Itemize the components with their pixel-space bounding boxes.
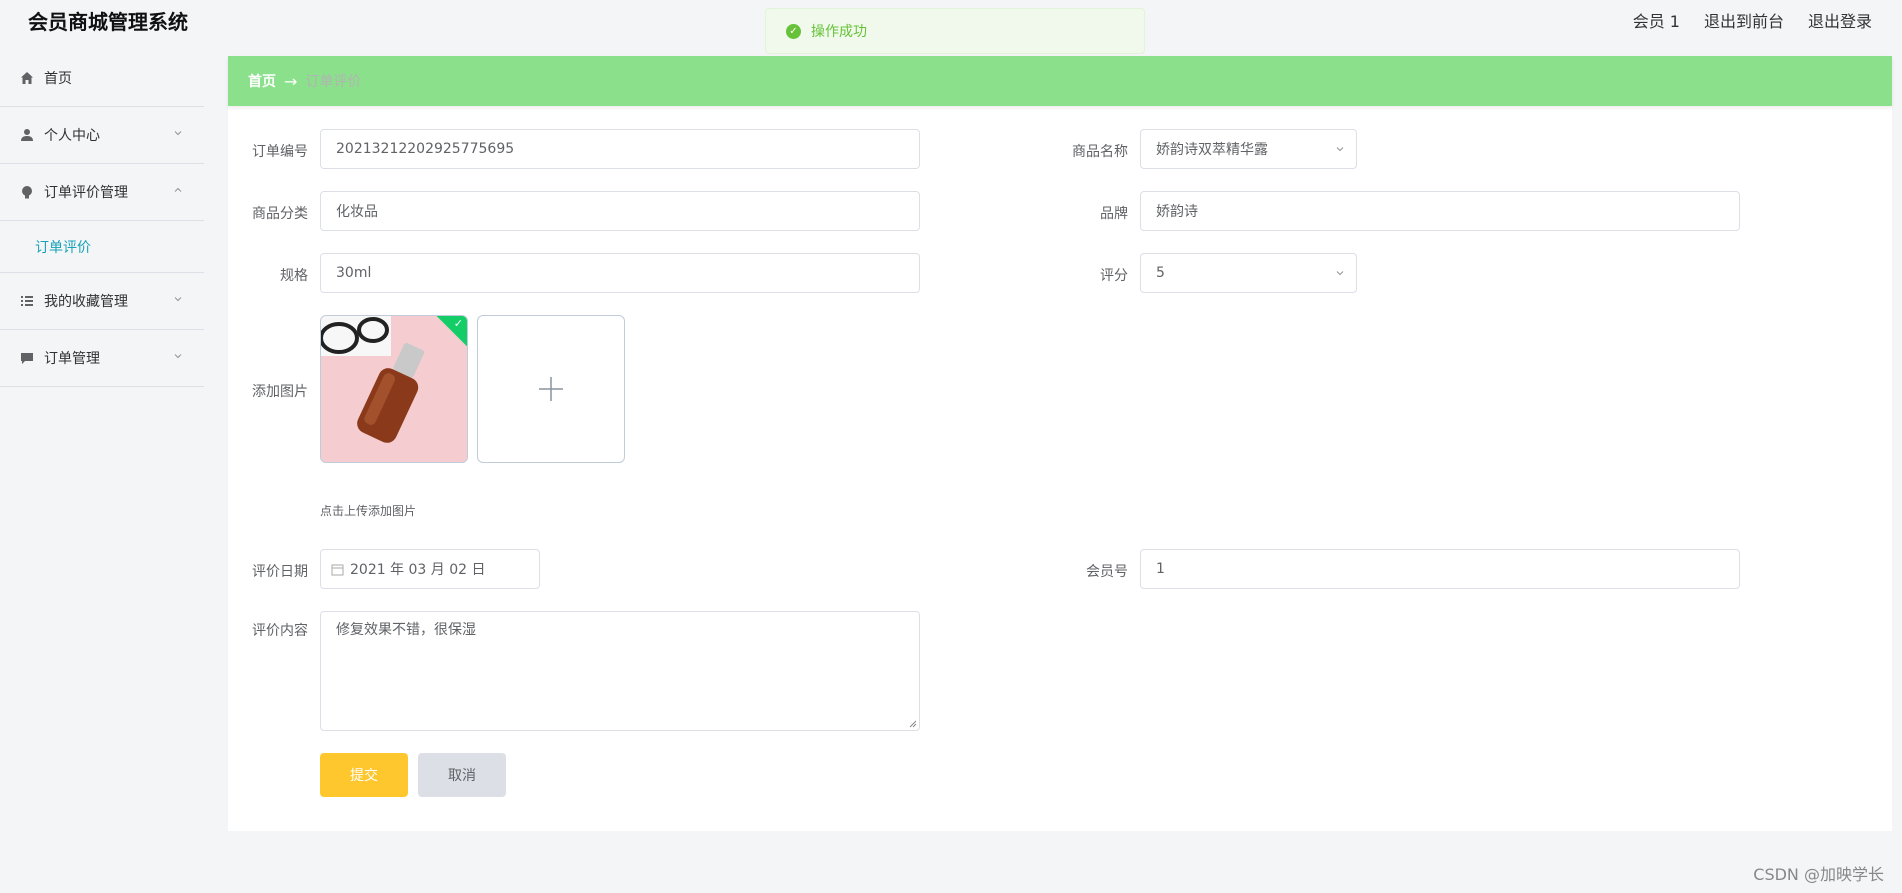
calendar-icon: [331, 564, 344, 575]
sidebar-item-favorites[interactable]: 我的收藏管理: [0, 273, 204, 330]
resize-handle-icon[interactable]: [909, 720, 917, 728]
chevron-down-icon: [174, 297, 182, 302]
product-name-label: 商品名称: [1072, 144, 1128, 160]
spec-label: 规格: [280, 268, 308, 284]
date-label: 评价日期: [252, 564, 308, 580]
brand-value: 娇韵诗: [1156, 204, 1198, 220]
sidebar-item-home[interactable]: 首页: [0, 50, 204, 107]
chevron-up-icon: [174, 187, 182, 192]
sidebar-item-label: 订单管理: [44, 351, 100, 367]
main-content: 首页 → 订单评价 订单编号 20213212202925775695 商品名称…: [228, 56, 1892, 831]
check-icon: ✓: [453, 317, 463, 330]
app-title: 会员商城管理系统: [28, 10, 188, 34]
review-content-textarea[interactable]: 修复效果不错，很保湿: [320, 611, 920, 731]
order-no-value: 20213212202925775695: [336, 141, 515, 157]
brand-label: 品牌: [1100, 206, 1128, 222]
home-icon: [20, 71, 34, 85]
order-no-label: 订单编号: [252, 144, 308, 160]
chevron-down-icon: [174, 354, 182, 359]
product-name-select[interactable]: 娇韵诗双萃精华露: [1140, 129, 1357, 169]
order-no-input[interactable]: 20213212202925775695: [320, 129, 920, 169]
score-value: 5: [1156, 265, 1165, 281]
chevron-down-icon: [1336, 147, 1344, 152]
sidebar-item-label: 订单评价管理: [44, 185, 128, 201]
uploaded-image-thumbnail[interactable]: ✓: [320, 315, 468, 463]
chevron-down-icon: [174, 131, 182, 136]
upload-tip: 点击上传添加图片: [320, 504, 417, 518]
breadcrumb-home[interactable]: 首页: [248, 71, 276, 91]
review-content-value: 修复效果不错，很保湿: [336, 622, 476, 638]
date-picker[interactable]: 2021 年 03 月 02 日: [320, 549, 540, 589]
breadcrumb-arrow: →: [284, 71, 298, 91]
breadcrumb-current: 订单评价: [305, 74, 362, 90]
upload-button[interactable]: [477, 315, 625, 463]
member-no-input[interactable]: 1: [1140, 549, 1740, 589]
sidebar-item-label: 个人中心: [44, 128, 100, 144]
member-link[interactable]: 会员 1: [1633, 8, 1680, 32]
success-toast: ✓ 操作成功: [765, 8, 1145, 54]
check-circle-icon: ✓: [786, 23, 801, 39]
lightbulb-icon: [20, 185, 34, 199]
breadcrumb: 首页 → 订单评价: [228, 56, 1892, 106]
image-label: 添加图片: [252, 384, 308, 400]
spec-value: 30ml: [336, 265, 372, 281]
product-photo: [321, 316, 467, 462]
user-icon: [20, 128, 34, 142]
sidebar-item-orders[interactable]: 订单管理: [0, 330, 204, 387]
brand-input[interactable]: 娇韵诗: [1140, 191, 1740, 231]
member-no-value: 1: [1156, 561, 1165, 577]
chat-icon: [20, 351, 34, 365]
spec-input[interactable]: 30ml: [320, 253, 920, 293]
submit-button[interactable]: 提交: [320, 753, 408, 797]
content-label: 评价内容: [252, 623, 308, 639]
back-to-front-link[interactable]: 退出到前台: [1704, 8, 1784, 32]
sidebar-item-label: 我的收藏管理: [44, 294, 128, 310]
category-value: 化妆品: [336, 204, 378, 220]
sidebar-item-label: 首页: [44, 71, 72, 87]
list-icon: [20, 294, 34, 308]
sidebar-item-personal[interactable]: 个人中心: [0, 107, 204, 164]
toast-message: 操作成功: [811, 24, 867, 40]
product-name-value: 娇韵诗双萃精华露: [1156, 142, 1268, 158]
chevron-down-icon: [1336, 271, 1344, 276]
watermark: CSDN @加映学长: [1753, 865, 1884, 884]
category-input[interactable]: 化妆品: [320, 191, 920, 231]
logout-link[interactable]: 退出登录: [1808, 8, 1872, 32]
header-links: 会员 1 退出到前台 退出登录: [1633, 8, 1872, 32]
sidebar: 首页 个人中心 订单评价管理 订单评价 我的收藏管理 订单管理: [0, 50, 204, 387]
category-label: 商品分类: [252, 206, 308, 222]
sidebar-subitem-order-review[interactable]: 订单评价: [0, 221, 204, 273]
member-no-label: 会员号: [1086, 564, 1128, 580]
score-label: 评分: [1100, 268, 1128, 284]
plus-icon: [539, 377, 563, 401]
cancel-button[interactable]: 取消: [418, 753, 506, 797]
score-select[interactable]: 5: [1140, 253, 1357, 293]
sidebar-item-review-mgmt[interactable]: 订单评价管理: [0, 164, 204, 221]
date-value: 2021 年 03 月 02 日: [350, 562, 486, 578]
